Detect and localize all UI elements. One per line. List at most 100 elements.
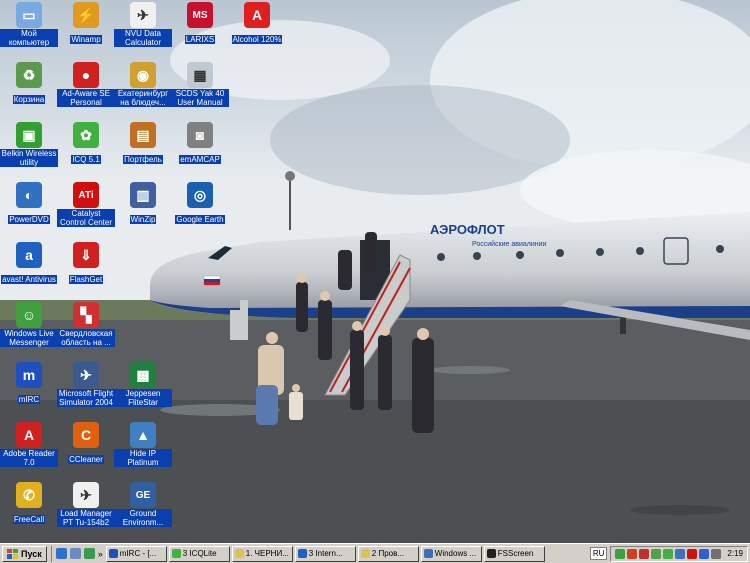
desktop-icon-label: SCDS Yak 40 User Manual bbox=[171, 89, 229, 107]
desktop-icon-ground-environment[interactable]: GE Ground Environm... bbox=[114, 482, 172, 530]
fsscreen-icon bbox=[486, 549, 496, 558]
alcohol-icon: A bbox=[244, 2, 270, 28]
desktop-icon-label: Портфель bbox=[123, 155, 163, 164]
desktop-icon-google-earth[interactable]: ◎ Google Earth bbox=[171, 182, 229, 227]
desktop-icon-label: Alcohol 120% bbox=[231, 35, 283, 44]
desktop-icon-freecall[interactable]: ✆ FreeCall bbox=[0, 482, 58, 527]
map-icon: ▚ bbox=[73, 302, 99, 328]
desktop-icon-label: Windows Live Messenger bbox=[0, 329, 58, 347]
load-manager-icon: ✈ bbox=[73, 482, 99, 508]
language-indicator[interactable]: RU bbox=[589, 547, 608, 560]
task-button-fsscreen[interactable]: FSScreen bbox=[483, 545, 545, 562]
desktop-icon-nvu-data-calculator[interactable]: ✈ NVU Data Calculator bbox=[114, 2, 172, 50]
start-button[interactable]: Пуск bbox=[2, 545, 47, 562]
task-button-windows[interactable]: Windows ... bbox=[420, 545, 482, 562]
desktop-icon-winzip[interactable]: ▥ WinZip bbox=[114, 182, 172, 227]
windows-icon bbox=[423, 549, 433, 558]
desktop-icon-label: Свердловская область на ... bbox=[57, 329, 115, 347]
icq-icon bbox=[171, 549, 181, 558]
desktop-icon-powerdvd[interactable]: ◐ PowerDVD bbox=[0, 182, 58, 227]
task-button-icqlite[interactable]: 3 ICQLite bbox=[168, 545, 230, 562]
desktop-icon-windows-live-messenger[interactable]: ☺ Windows Live Messenger bbox=[0, 302, 58, 350]
wireless-tray-icon[interactable] bbox=[651, 548, 662, 559]
desktop-icon-label: CCleaner bbox=[68, 455, 104, 464]
nvu-calculator-icon: ✈ bbox=[130, 2, 156, 28]
desktop-icon-ad-aware[interactable]: ● Ad-Aware SE Personal bbox=[57, 62, 115, 110]
desktop-icon-label: Jeppesen FliteStar bbox=[114, 389, 172, 407]
task-label: 3 Intern... bbox=[308, 549, 343, 558]
icq-tray-icon[interactable] bbox=[663, 548, 674, 559]
desktop-icon-label: PowerDVD bbox=[8, 215, 50, 224]
ccleaner-icon: C bbox=[73, 422, 99, 448]
mirc-icon: m bbox=[16, 362, 42, 388]
flashget-tray-icon[interactable] bbox=[639, 548, 650, 559]
desktop-icon-jeppesen[interactable]: ▩ Jeppesen FliteStar bbox=[114, 362, 172, 410]
help-tray-icon[interactable] bbox=[699, 548, 710, 559]
desktop-icon-label: ICQ 5.1 bbox=[71, 155, 101, 164]
camera-icon: ◙ bbox=[187, 122, 213, 148]
desktop-icon-label: LARIXS bbox=[184, 35, 216, 44]
desktop-icon-my-computer[interactable]: ▭ Мой компьютер bbox=[0, 2, 58, 50]
media-player-icon[interactable] bbox=[83, 548, 95, 559]
task-button-internet[interactable]: 3 Intern... bbox=[294, 545, 356, 562]
desktop-icon-load-manager[interactable]: ✈ Load Manager PT Tu-154b2 bbox=[57, 482, 115, 530]
hide-ip-icon: ▲ bbox=[130, 422, 156, 448]
show-desktop-icon[interactable] bbox=[69, 548, 81, 559]
ati-tray-icon[interactable] bbox=[687, 548, 698, 559]
desktop-icon-label: mIRC bbox=[17, 395, 41, 404]
desktop-icon-alcohol[interactable]: A Alcohol 120% bbox=[228, 2, 286, 47]
desktop-icon-avast[interactable]: a avast! Antivirus bbox=[0, 242, 58, 287]
desktop-icon-label: NVU Data Calculator bbox=[114, 29, 172, 47]
desktop-icon-sverdlovsk-map[interactable]: ▚ Свердловская область на ... bbox=[57, 302, 115, 350]
task-label: mIRC - [... bbox=[119, 549, 157, 558]
desktop-icon-label: emAMCAP bbox=[179, 155, 221, 164]
ati-icon: ATi bbox=[73, 182, 99, 208]
desktop-icon-recycle-bin[interactable]: ♻ Корзина bbox=[0, 62, 58, 107]
avast-icon: a bbox=[16, 242, 42, 268]
desktop-icon-ccleaner[interactable]: C CCleaner bbox=[57, 422, 115, 467]
desktop-icon-ekaterinburg[interactable]: ◉ Екатеринбург на блюдеч... bbox=[114, 62, 172, 110]
briefcase-icon: ▤ bbox=[130, 122, 156, 148]
desktop-icon-briefcase[interactable]: ▤ Портфель bbox=[114, 122, 172, 167]
desktop-icon-adobe-reader[interactable]: A Adobe Reader 7.0 bbox=[0, 422, 58, 470]
task-button-folder-2[interactable]: 2 Пров... bbox=[357, 545, 419, 562]
desktop-icon-label: Ad-Aware SE Personal bbox=[57, 89, 115, 107]
desktop-icon-scds-yak40[interactable]: ▦ SCDS Yak 40 User Manual bbox=[171, 62, 229, 110]
desktop-icon-mirc[interactable]: m mIRC bbox=[0, 362, 58, 407]
airline-name: АЭРОФЛОТ bbox=[430, 222, 505, 237]
desktop-icon-catalyst[interactable]: ATi Catalyst Control Center bbox=[57, 182, 115, 230]
desktop-icon-label: Екатеринбург на блюдеч... bbox=[114, 89, 172, 107]
desktop-icon-emamcap[interactable]: ◙ emAMCAP bbox=[171, 122, 229, 167]
desktop-icon-label: avast! Antivirus bbox=[1, 275, 57, 284]
desktop-icon-icq[interactable]: ✿ ICQ 5.1 bbox=[57, 122, 115, 167]
messenger-tray-icon[interactable] bbox=[615, 548, 626, 559]
ad-aware-icon: ● bbox=[73, 62, 99, 88]
task-label: FSScreen bbox=[497, 549, 534, 558]
task-label: 3 ICQLite bbox=[182, 549, 217, 558]
desktop-icon-larixs[interactable]: MS LARIXS bbox=[171, 2, 229, 47]
avast-tray-icon[interactable] bbox=[627, 548, 638, 559]
ground-environment-icon: GE bbox=[130, 482, 156, 508]
volume-tray-icon[interactable] bbox=[711, 548, 722, 559]
network-tray-icon[interactable] bbox=[675, 548, 686, 559]
wireless-icon: ▣ bbox=[16, 122, 42, 148]
winamp-icon: ⚡ bbox=[73, 2, 99, 28]
desktop-icon-belkin-wireless[interactable]: ▣ Belkin Wireless utility bbox=[0, 122, 58, 170]
desktop-icon-flight-simulator[interactable]: ✈ Microsoft Flight Simulator 2004 bbox=[57, 362, 115, 410]
ie-icon[interactable] bbox=[55, 548, 67, 559]
task-button-folder-1[interactable]: 1. ЧЕРНИ... bbox=[231, 545, 293, 562]
desktop-icon-flashget[interactable]: ⇓ FlashGet bbox=[57, 242, 115, 287]
folder-icon bbox=[234, 549, 244, 558]
desktop-icon-winamp[interactable]: ⚡ Winamp bbox=[57, 2, 115, 47]
powerdvd-icon: ◐ bbox=[16, 182, 42, 208]
clock[interactable]: 2:19 bbox=[727, 549, 743, 558]
quick-launch-more-chevron[interactable]: » bbox=[98, 549, 103, 559]
start-label: Пуск bbox=[21, 548, 42, 559]
task-button-mirc[interactable]: mIRC - [... bbox=[105, 545, 167, 562]
adobe-reader-icon: A bbox=[16, 422, 42, 448]
desktop-icon-label: Adobe Reader 7.0 bbox=[0, 449, 58, 467]
desktop-icon-hide-ip[interactable]: ▲ Hide IP Platinum bbox=[114, 422, 172, 470]
taskbar: Пуск » mIRC - [... 3 ICQLite 1. ЧЕРНИ...… bbox=[0, 543, 750, 563]
airline-subtitle: Российские авиалинии bbox=[472, 240, 547, 248]
icq-icon: ✿ bbox=[73, 122, 99, 148]
